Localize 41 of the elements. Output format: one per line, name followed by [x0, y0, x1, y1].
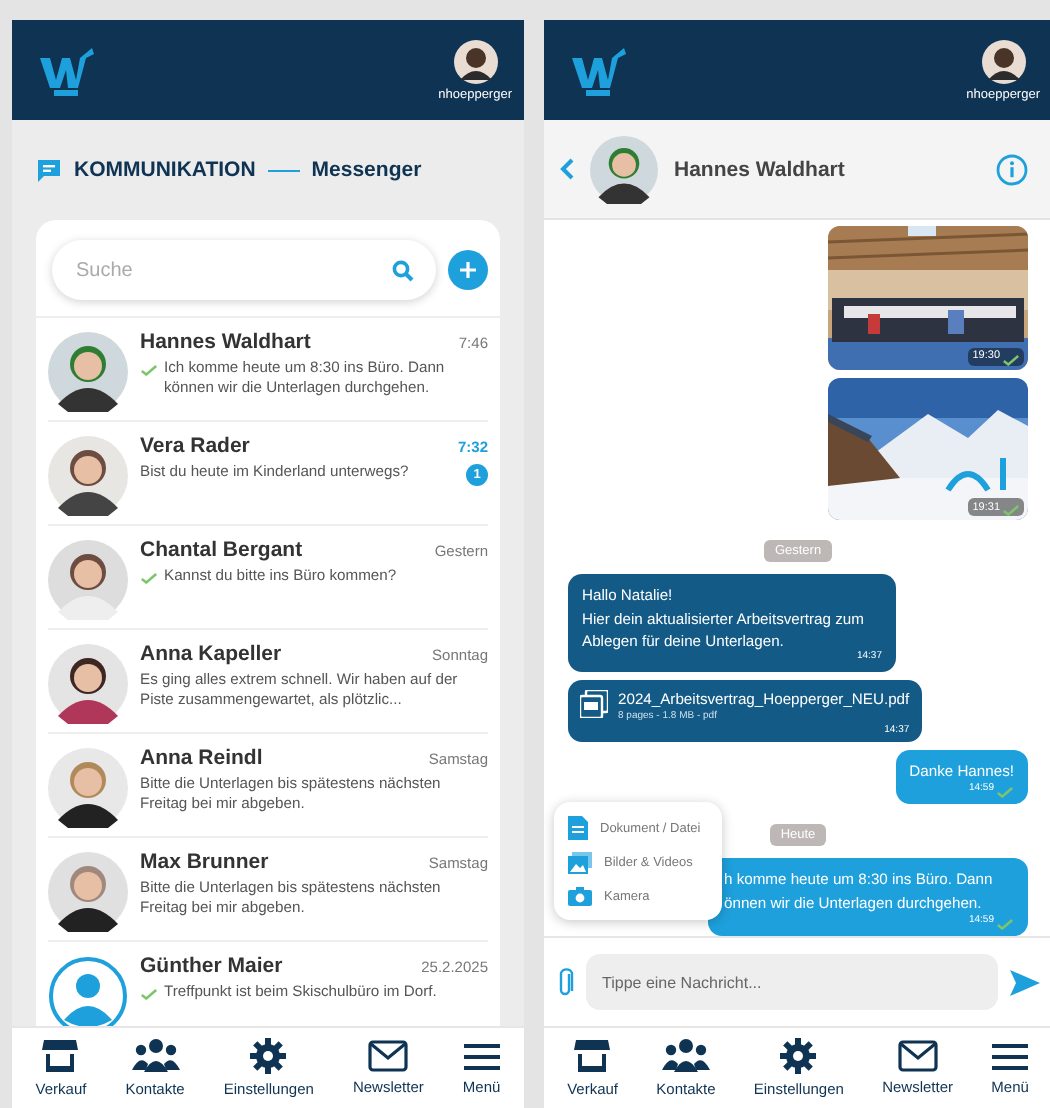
message-field[interactable]: Tippe eine Nachricht...: [586, 954, 998, 1010]
menu-icon: [463, 1041, 500, 1071]
page-title: Messenger: [311, 158, 422, 182]
plus-icon: [458, 260, 478, 280]
contact-name: Vera Rader: [140, 434, 250, 458]
menu-icon: [992, 1041, 1029, 1071]
camera-icon: [568, 886, 592, 906]
chat-icon: [36, 157, 62, 183]
image-icon: [568, 852, 592, 874]
back-button[interactable]: [560, 158, 574, 180]
attach-button[interactable]: [556, 965, 574, 999]
settings-icon: [780, 1038, 817, 1074]
info-icon: [996, 153, 1028, 185]
pdf-file-icon: [580, 689, 608, 718]
store-icon: [40, 1038, 81, 1074]
contact-name: Anna Kapeller: [140, 642, 282, 666]
contact-name: Anna Reindl: [140, 746, 263, 770]
section-title: KOMMUNIKATION: [74, 158, 256, 182]
back-icon: [560, 158, 574, 180]
avatar: [590, 136, 658, 204]
send-icon: [1010, 969, 1040, 995]
send-button[interactable]: [1010, 969, 1040, 995]
store-icon: [572, 1038, 613, 1074]
contacts-icon: [131, 1038, 180, 1074]
contact-name: Hannes Waldhart: [140, 330, 311, 354]
contact-name: Max Brunner: [140, 850, 269, 874]
contact-name: Chantal Bergant: [140, 538, 303, 562]
paperclip-icon: [556, 965, 574, 999]
add-button[interactable]: [448, 250, 488, 290]
envelope-icon: [368, 1040, 409, 1072]
search-icon: [392, 260, 414, 282]
avatar[interactable]: [981, 39, 1026, 83]
contact-name: Günther Maier: [140, 954, 283, 978]
document-icon: [568, 816, 588, 840]
info-button[interactable]: [996, 153, 1028, 185]
contacts-icon: [661, 1038, 710, 1074]
contact-name: Hannes Waldhart: [674, 157, 847, 181]
envelope-icon: [897, 1040, 938, 1072]
settings-icon: [250, 1038, 287, 1074]
search-field[interactable]: Suche: [52, 240, 436, 300]
avatar[interactable]: [453, 39, 498, 83]
